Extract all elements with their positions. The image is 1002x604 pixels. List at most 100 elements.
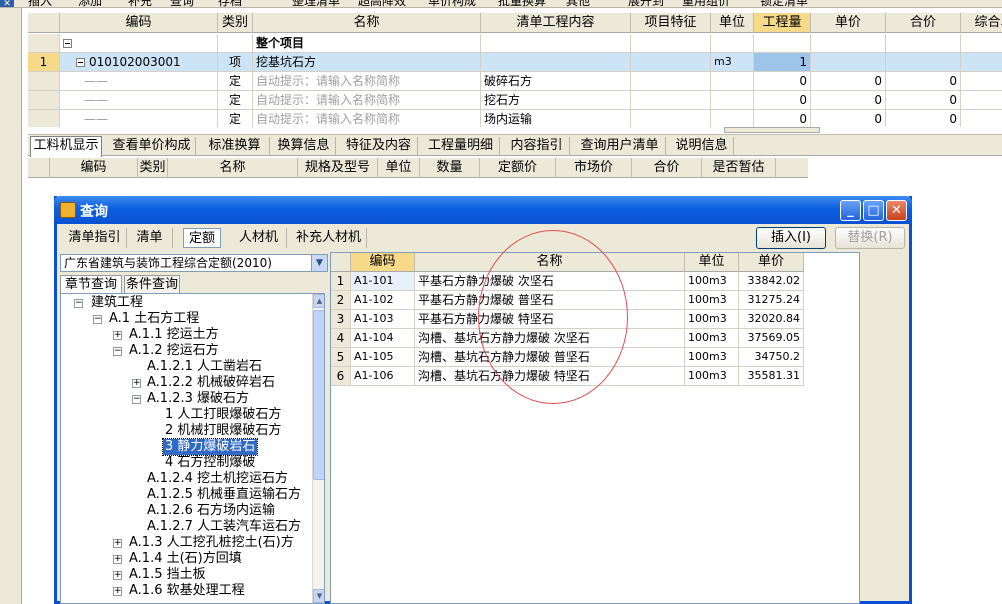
collapse-icon[interactable]: − <box>132 395 141 404</box>
cell-type[interactable]: 定 <box>218 72 253 91</box>
cell-price[interactable]: 32020.84 <box>739 310 804 329</box>
cell-content[interactable]: 破碎石方 <box>481 72 631 91</box>
header-price[interactable]: 单价 <box>811 13 886 33</box>
cell-price[interactable]: 0 <box>811 110 886 127</box>
toolbar-expand[interactable]: 展开到 <box>628 0 664 7</box>
header-feature[interactable]: 项目特征 <box>631 13 711 33</box>
toolbar-supplement[interactable]: 补充 <box>128 0 152 7</box>
tab-quantity-detail[interactable]: 工程量明细 <box>422 137 500 156</box>
tree-item[interactable]: A.1.2.4 挖土机挖运石方 <box>147 471 288 487</box>
collapse-icon[interactable]: − <box>113 347 122 356</box>
cell-unit[interactable]: m3 <box>711 53 754 72</box>
cell-unit[interactable] <box>711 72 754 91</box>
table-row[interactable]: —— 定 自动提示：请输入名称简称 挖石方 0 0 0 <box>28 91 1002 110</box>
toolbar-height-reduce[interactable]: 超高降效 <box>358 0 406 7</box>
collapse-icon[interactable]: − <box>74 299 83 308</box>
header-provisional[interactable]: 是否暂估 <box>702 158 776 178</box>
expand-icon[interactable]: + <box>113 539 122 548</box>
expand-icon[interactable]: + <box>113 587 122 596</box>
cell-total[interactable] <box>886 53 961 72</box>
expand-icon[interactable]: + <box>113 571 122 580</box>
cell-code[interactable]: —— <box>60 72 218 91</box>
cell-name[interactable]: 沟槽、基坑石方静力爆破 特坚石 <box>415 367 685 386</box>
header-unit[interactable]: 单位 <box>685 253 739 272</box>
toolbar-reuse[interactable]: 重用组价 <box>682 0 730 7</box>
cell-comp[interactable] <box>961 72 1002 91</box>
tab-features[interactable]: 特征及内容 <box>340 137 418 156</box>
maximize-button[interactable]: □ <box>863 200 884 221</box>
header-code[interactable]: 编码 <box>351 253 415 272</box>
tab-standard-conversion[interactable]: 标准换算 <box>200 137 270 156</box>
toolbar-other[interactable]: 其他 <box>566 0 590 7</box>
cell-code[interactable]: —— <box>60 91 218 110</box>
toolbar-lock[interactable]: 锁定清单 <box>760 0 808 7</box>
cell-price[interactable]: 0 <box>811 91 886 110</box>
tree-item[interactable]: A.1.1 挖运土方 <box>129 327 219 343</box>
tree-item[interactable]: A.1.4 土(石)方回填 <box>129 551 242 567</box>
cell-code[interactable]: A1-104 <box>351 329 415 348</box>
toolbar-batch-convert[interactable]: 批量换算 <box>498 0 546 7</box>
table-row-main[interactable]: 1 010102003001 项 挖基坑石方 m3 1 <box>28 53 1002 72</box>
cell-name-hint[interactable]: 自动提示：请输入名称简称 <box>253 91 481 110</box>
tree-item[interactable]: A.1.2 挖运石方 <box>129 343 219 359</box>
cell-name[interactable]: 挖基坑石方 <box>253 53 481 72</box>
cell-code[interactable]: A1-102 <box>351 291 415 310</box>
cell-type[interactable]: 项 <box>218 53 253 72</box>
header-quantity[interactable]: 数量 <box>420 158 480 178</box>
header-code[interactable]: 编码 <box>50 158 138 178</box>
tab-supplement-materials[interactable]: 补充人材机 <box>291 228 367 248</box>
tree-item[interactable]: A.1.2.7 人工装汽车运石方 <box>147 519 301 535</box>
tab-conversion-info[interactable]: 换算信息 <box>272 137 336 156</box>
tree-item[interactable]: A.1.2.3 爆破石方 <box>147 391 249 407</box>
cell-price[interactable]: 37569.05 <box>739 329 804 348</box>
collapse-icon[interactable]: − <box>93 315 102 324</box>
cell-feature[interactable] <box>631 110 711 127</box>
toolbar-add[interactable]: 添加 <box>78 0 102 7</box>
cell-comp[interactable] <box>961 91 1002 110</box>
cell-name-hint[interactable]: 自动提示：请输入名称简称 <box>253 110 481 127</box>
tree-item[interactable]: A.1.2.2 机械破碎岩石 <box>147 375 275 391</box>
cell-content[interactable]: 挖石方 <box>481 91 631 110</box>
header-total[interactable]: 合价 <box>632 158 702 178</box>
tab-price-composition[interactable]: 查看单价构成 <box>108 137 196 156</box>
header-code[interactable]: 编码 <box>60 13 218 33</box>
header-name[interactable]: 名称 <box>168 158 298 178</box>
collapse-icon[interactable] <box>76 58 85 67</box>
scroll-down-icon[interactable]: ▼ <box>313 589 324 603</box>
chevron-down-icon[interactable]: ▼ <box>311 255 327 271</box>
cell-code[interactable]: 010102003001 <box>60 53 218 72</box>
header-market-price[interactable]: 市场价 <box>556 158 632 178</box>
insert-button[interactable]: 插入(I) <box>756 227 826 249</box>
toolbar-organize[interactable]: 整理清单 <box>292 0 340 7</box>
tab-condition-query[interactable]: 条件查询 <box>124 275 180 293</box>
tab-materials[interactable]: 人材机 <box>231 228 287 248</box>
cell-qty[interactable]: 0 <box>754 110 811 127</box>
tree-item[interactable]: 1 人工打眼爆破石方 <box>165 407 281 423</box>
tab-chapter-query[interactable]: 章节查询 <box>60 275 122 294</box>
cell-total[interactable]: 0 <box>886 91 961 110</box>
cell-name[interactable]: 平基石方静力爆破 普坚石 <box>415 291 685 310</box>
cell-qty[interactable]: 0 <box>754 91 811 110</box>
cell-price[interactable]: 0 <box>811 72 886 91</box>
header-total[interactable]: 合价 <box>886 13 961 33</box>
cell-unit[interactable]: 100m3 <box>685 310 739 329</box>
group-toggle[interactable] <box>60 34 218 53</box>
header-name[interactable]: 名称 <box>415 253 685 272</box>
tree-item[interactable]: A.1.6 软基处理工程 <box>129 583 245 599</box>
header-comp-price[interactable]: 综合单价 <box>961 13 1002 33</box>
header-unit[interactable]: 单位 <box>711 13 754 33</box>
cell-comp[interactable] <box>961 53 1002 72</box>
replace-button[interactable]: 替换(R) <box>835 227 905 249</box>
cell-code[interactable]: A1-106 <box>351 367 415 386</box>
cell-code[interactable]: A1-101 <box>351 272 415 291</box>
tab-material-display[interactable]: 工料机显示 <box>30 136 102 157</box>
cell-price[interactable]: 34750.2 <box>739 348 804 367</box>
cell-unit[interactable]: 100m3 <box>685 329 739 348</box>
tree-item[interactable]: A.1.3 人工挖孔桩挖土(石)方 <box>129 535 294 551</box>
cell-unit[interactable]: 100m3 <box>685 348 739 367</box>
expand-icon[interactable]: + <box>113 555 122 564</box>
cell-name[interactable]: 沟槽、基坑石方静力爆破 普坚石 <box>415 348 685 367</box>
cell-qty[interactable]: 1 <box>754 53 811 72</box>
collapse-icon[interactable] <box>63 39 72 48</box>
cell-total[interactable]: 0 <box>886 72 961 91</box>
